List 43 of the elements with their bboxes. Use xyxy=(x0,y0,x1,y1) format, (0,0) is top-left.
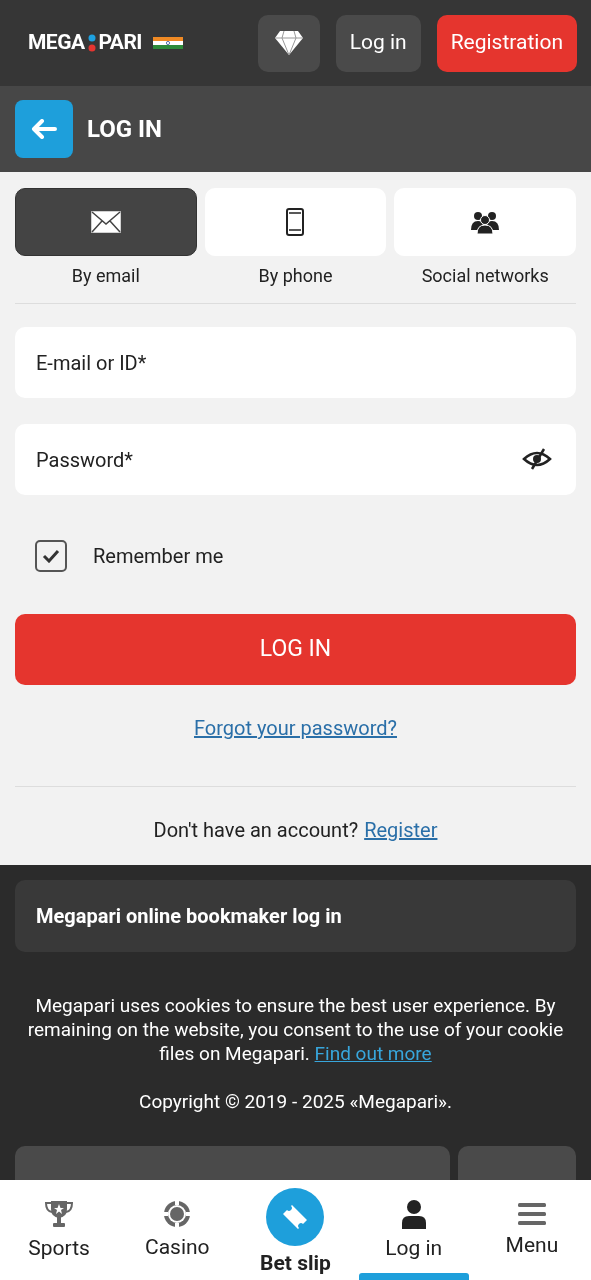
cookie-notice: Megapari uses cookies to ensure the best user experience. By remaining on the website, you consent to the use of your cookie files on Megapari. Find out more xyxy=(26,994,565,1066)
login-submit-button[interactable]: LOG IN xyxy=(15,614,576,685)
find-out-more-link[interactable]: Find out more xyxy=(314,1042,432,1065)
login-method-tab[interactable] xyxy=(15,188,197,256)
method-label: Social networks xyxy=(421,264,549,288)
flag-icon xyxy=(153,37,183,49)
info-card[interactable]: Megapari online bookmaker log in xyxy=(15,880,576,952)
login-method-tab[interactable] xyxy=(394,188,576,256)
diamond-icon xyxy=(273,30,304,56)
register-link[interactable]: Register xyxy=(364,815,438,845)
password-field[interactable]: Password* xyxy=(15,424,576,495)
info-card-title: Megapari online bookmaker log in xyxy=(36,903,342,930)
copyright-text: Copyright © 2019 - 2025 «Megapari». xyxy=(138,1089,453,1115)
forgot-password-link[interactable]: Forgot your password? xyxy=(194,713,397,743)
casino-chip-icon xyxy=(163,1200,192,1229)
method-label: By phone xyxy=(258,264,333,288)
logo-text: PARI xyxy=(98,29,142,57)
menu-icon xyxy=(516,1202,547,1227)
checkmark-icon xyxy=(42,549,60,563)
nav-tab[interactable]: Sports xyxy=(0,1180,119,1280)
back-button[interactable] xyxy=(15,100,73,158)
people-icon xyxy=(470,210,501,234)
email-field[interactable]: E-mail or ID* xyxy=(15,327,576,398)
registration-button[interactable]: Registration xyxy=(436,14,577,72)
logo-dots-icon xyxy=(87,33,96,53)
signup-prompt: Don't have an account? xyxy=(153,817,359,844)
back-arrow-icon xyxy=(31,119,57,139)
vip-button[interactable] xyxy=(257,14,320,72)
method-label: By email xyxy=(71,264,140,288)
login-button[interactable]: Log in xyxy=(335,14,421,72)
remember-label: Remember me xyxy=(93,543,224,570)
bet-slip-tab[interactable]: Bet slip xyxy=(236,1180,355,1280)
phone-icon xyxy=(286,208,305,236)
logo-text: MEGA xyxy=(28,29,85,57)
user-icon xyxy=(400,1199,427,1230)
trophy-icon xyxy=(44,1199,75,1230)
nav-tab[interactable]: Log in xyxy=(354,1180,473,1280)
hidden-eye-icon[interactable] xyxy=(522,447,552,471)
page-title: LOG IN xyxy=(87,114,163,145)
envelope-icon xyxy=(90,211,121,233)
remember-checkbox[interactable] xyxy=(35,540,67,572)
nav-tab[interactable]: Casino xyxy=(118,1180,237,1280)
nav-tab[interactable]: Menu xyxy=(472,1180,591,1280)
